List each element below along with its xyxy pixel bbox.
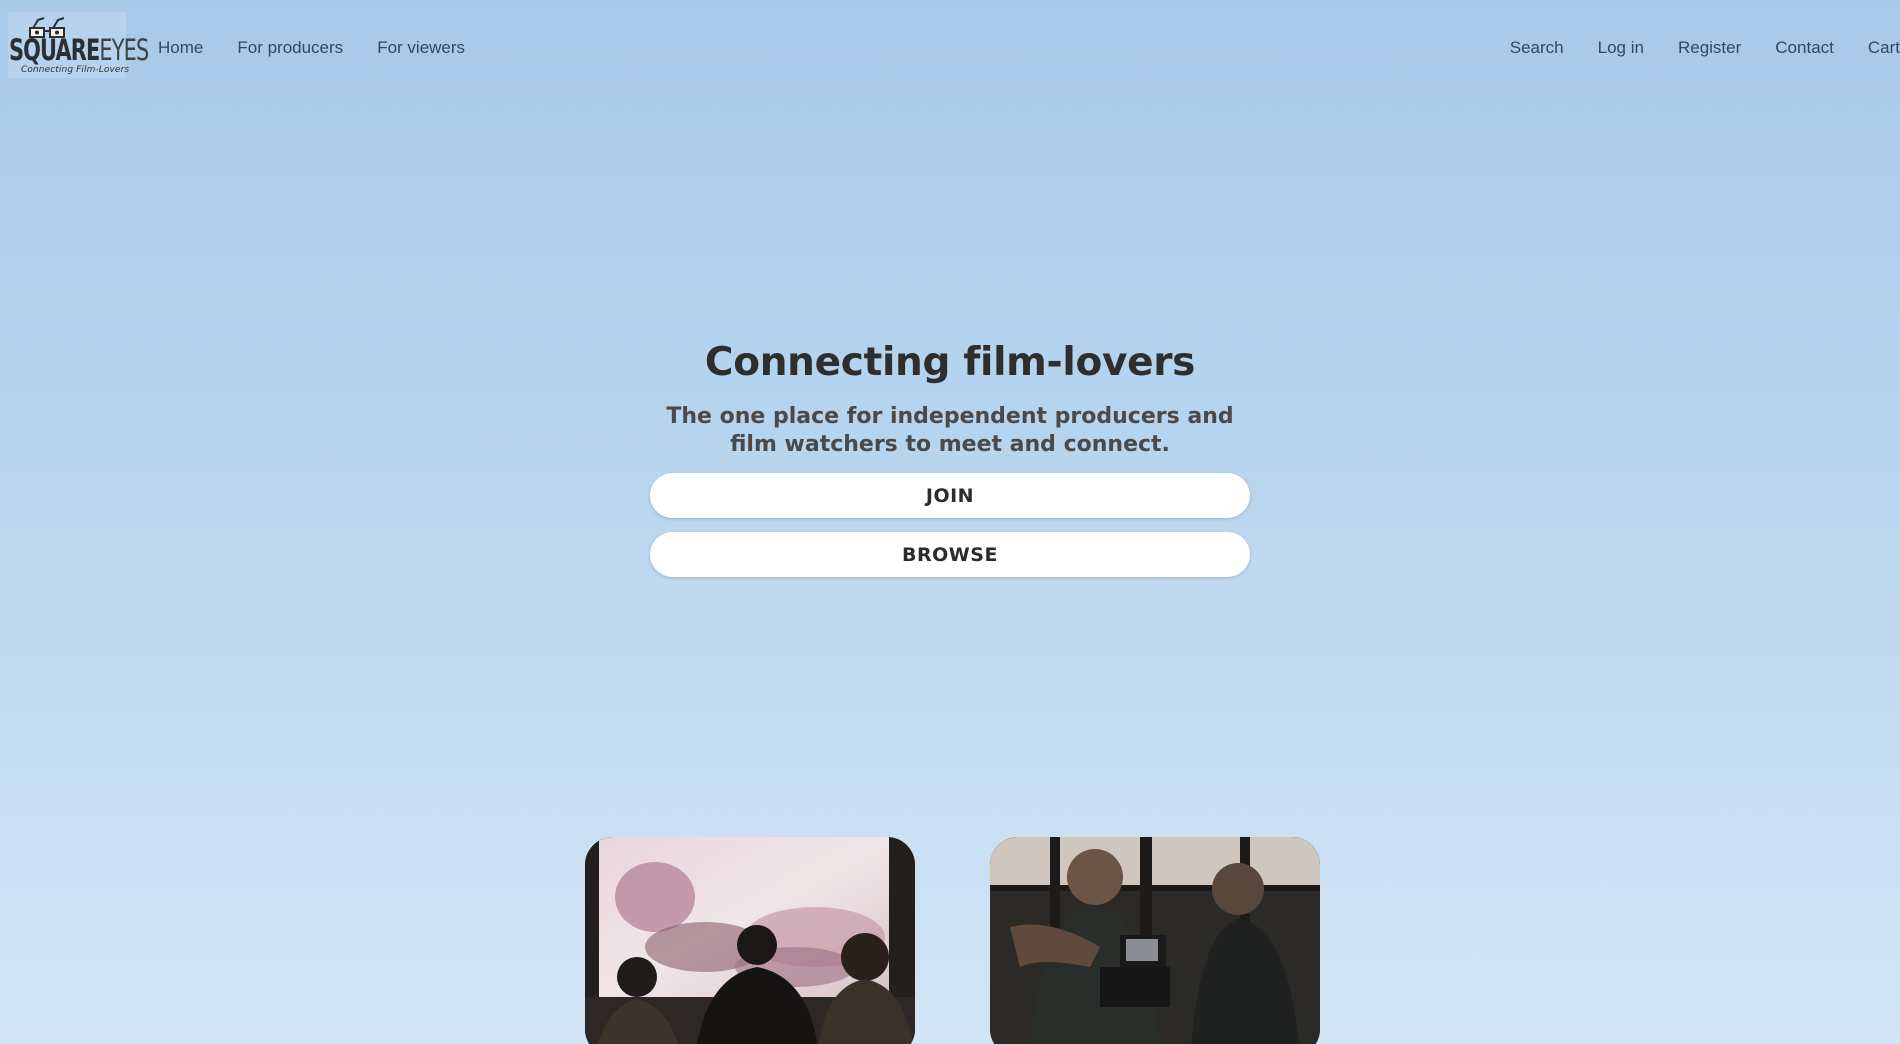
hero-title: Connecting film-lovers [704,340,1196,385]
browse-button[interactable]: BROWSE [650,532,1250,577]
site-header: SQUAREEYES Connecting Film-Lovers Home F… [0,0,1900,96]
join-button[interactable]: JOIN [650,473,1250,518]
hero-section: Connecting film-lovers The one place for… [0,340,1900,591]
filmmaker-image-card[interactable] [990,837,1320,1044]
logo-tagline: Connecting Film-Lovers [21,65,130,75]
filmmaker-image [990,837,1320,1044]
secondary-nav: Search Log in Register Contact Cart [1510,38,1900,58]
nav-link-search[interactable]: Search [1510,38,1564,58]
nav-link-for-producers[interactable]: For producers [237,38,343,58]
nav-link-home[interactable]: Home [158,38,203,58]
audience-image [585,837,915,1044]
nav-link-register[interactable]: Register [1678,38,1741,58]
nav-link-contact[interactable]: Contact [1775,38,1834,58]
hero-subtitle: The one place for independent producers … [666,404,1234,457]
primary-nav: Home For producers For viewers [158,38,465,58]
logo-wordmark: SQUAREEYES [9,33,149,67]
nav-link-cart[interactable]: Cart [1868,38,1900,58]
nav-link-for-viewers[interactable]: For viewers [377,38,465,58]
logo[interactable]: SQUAREEYES Connecting Film-Lovers [8,12,149,78]
logo-brand-part1: SQUARE [9,33,100,67]
nav-link-log-in[interactable]: Log in [1598,38,1644,58]
logo-brand-part2: EYES [99,33,149,67]
audience-image-card[interactable] [585,837,915,1044]
